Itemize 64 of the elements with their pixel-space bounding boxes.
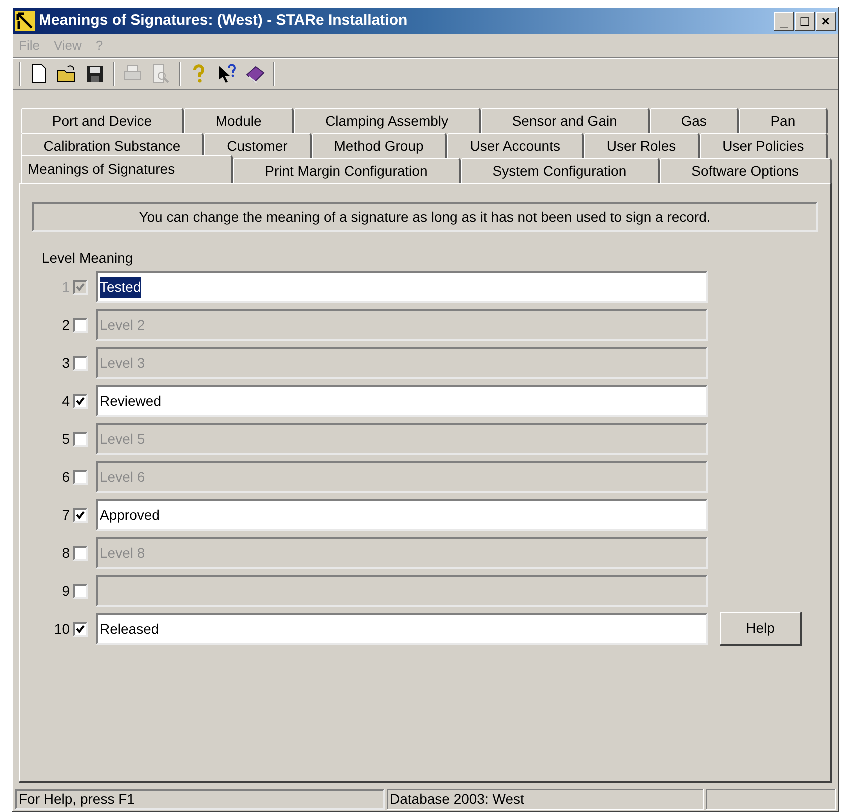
level-number: 10 <box>53 620 70 638</box>
tab[interactable]: Pan <box>739 108 828 133</box>
close-button[interactable]: × <box>816 12 836 30</box>
tab[interactable]: User Roles <box>584 133 700 158</box>
tab[interactable]: Meanings of Signatures <box>21 155 234 183</box>
checkbox[interactable] <box>73 356 88 370</box>
meaning-field[interactable] <box>96 575 708 607</box>
help-button[interactable]: Help <box>720 612 802 646</box>
level-number: 7 <box>61 506 70 524</box>
tab[interactable]: Sensor and Gain <box>480 108 650 133</box>
field-text: Approved <box>100 506 160 525</box>
field-text: Level 8 <box>100 544 146 562</box>
check-icon <box>76 510 85 520</box>
column-header: Level <box>42 249 76 268</box>
tab[interactable]: Method Group <box>312 133 448 158</box>
tab[interactable]: Gas <box>650 108 740 133</box>
minimize-button[interactable]: _ <box>774 12 794 30</box>
tab[interactable]: Print Margin Configuration <box>233 158 461 183</box>
level-number: 6 <box>61 468 70 486</box>
checkbox[interactable] <box>73 280 88 294</box>
level-number: 3 <box>61 354 70 372</box>
info-banner: You can change the meaning of a signature as long as it has not been used to sign a record. <box>32 202 818 232</box>
column-header: Meaning <box>79 249 134 268</box>
tab[interactable]: Module <box>184 108 294 133</box>
maximize-button[interactable]: □ <box>795 12 815 30</box>
level-number: 9 <box>61 582 70 600</box>
tab[interactable]: User Policies <box>700 133 828 158</box>
field-text: Level 5 <box>100 430 146 448</box>
level-number: 2 <box>61 316 70 334</box>
level-number: 5 <box>61 430 70 448</box>
tab[interactable]: System Configuration <box>460 158 660 183</box>
level-number: 4 <box>61 392 70 410</box>
tab[interactable]: Port and Device <box>21 108 184 133</box>
app-logo-icon <box>15 11 35 31</box>
window-title: Meanings of Signatures: (West) - STARe Installation <box>39 10 408 31</box>
tab[interactable]: Customer <box>204 133 312 158</box>
field-text: Level 6 <box>100 468 146 486</box>
meaning-field[interactable]: Released <box>96 613 708 645</box>
status-text: Database 2003: West <box>387 789 704 810</box>
tab[interactable]: Clamping Assembly <box>294 108 481 133</box>
checkbox[interactable] <box>73 470 88 484</box>
field-text: Tested <box>100 276 142 298</box>
meaning-field[interactable]: Approved <box>96 499 708 531</box>
field-text: Level 2 <box>100 316 146 334</box>
checkbox[interactable] <box>73 546 88 560</box>
level-number: 8 <box>61 544 70 562</box>
check-icon <box>76 396 85 406</box>
check-icon <box>76 624 85 634</box>
check-icon <box>76 282 85 292</box>
checkbox[interactable] <box>73 508 88 522</box>
checkbox[interactable] <box>73 394 88 408</box>
checkbox[interactable] <box>73 622 88 636</box>
field-text: Reviewed <box>100 392 162 410</box>
checkbox[interactable] <box>73 318 88 332</box>
field-text: Level 3 <box>100 354 146 372</box>
tab[interactable]: User Accounts <box>447 133 584 158</box>
meaning-field[interactable]: Reviewed <box>96 385 708 417</box>
tab[interactable]: Software Options <box>660 158 832 183</box>
status-text: For Help, press F1 <box>15 789 385 810</box>
checkbox[interactable] <box>73 432 88 446</box>
meaning-field[interactable]: Tested <box>96 271 708 303</box>
checkbox[interactable] <box>73 584 88 598</box>
field-text: Released <box>100 620 160 638</box>
level-number: 1 <box>61 278 70 296</box>
